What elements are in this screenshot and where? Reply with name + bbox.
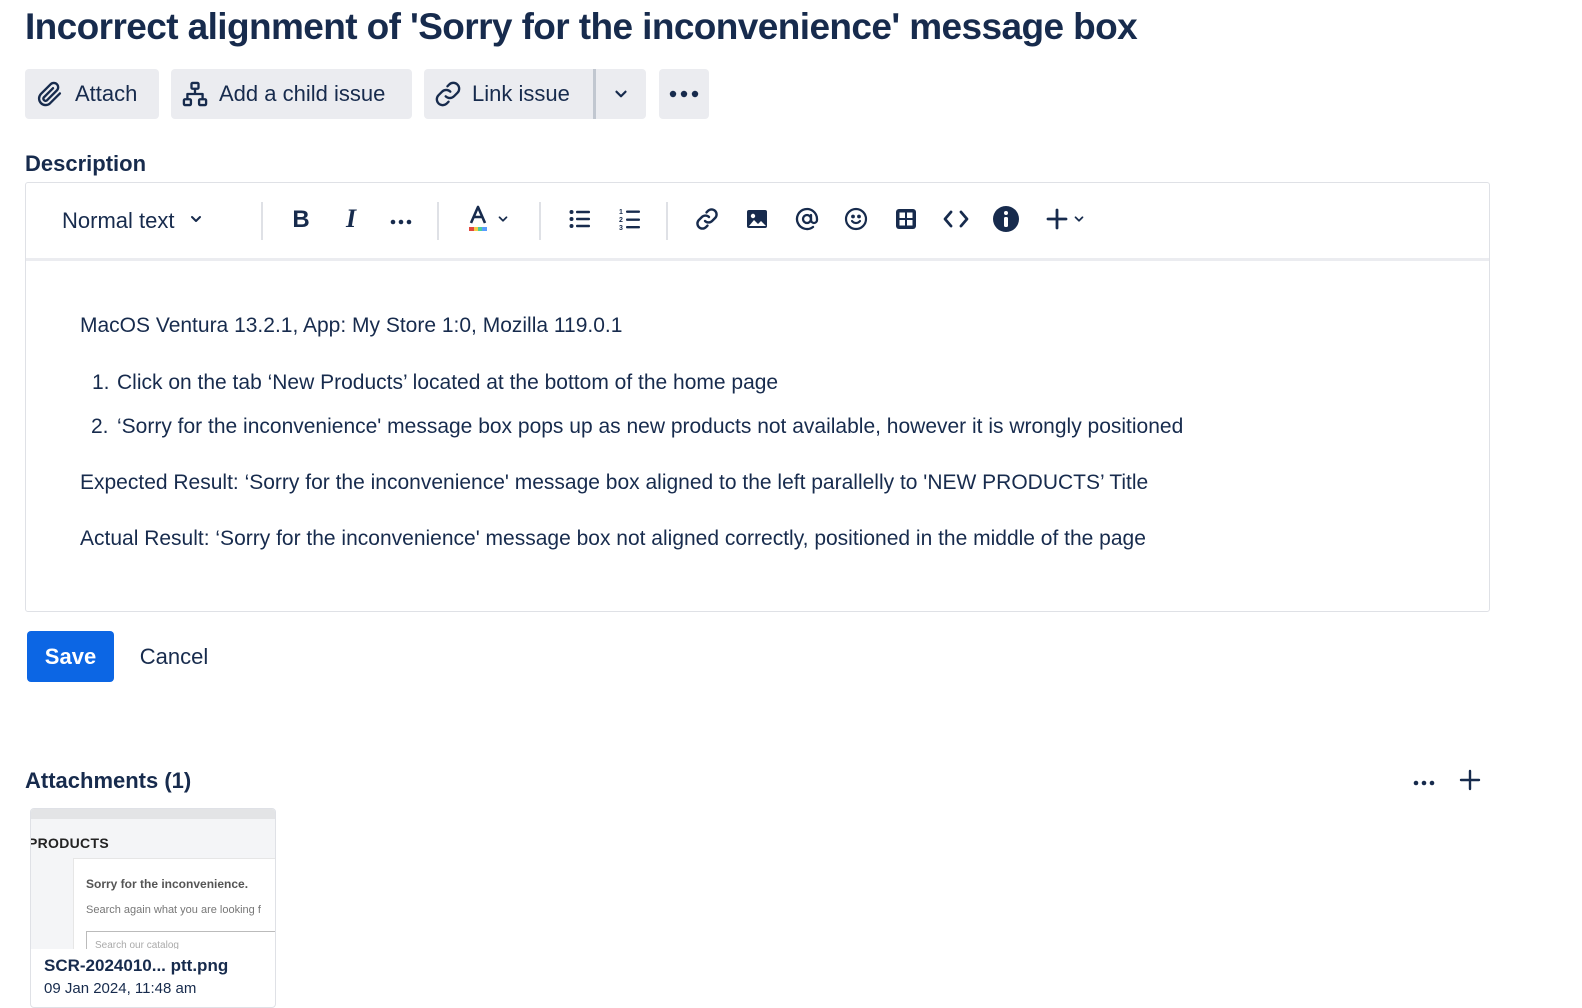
mention-button[interactable]	[789, 183, 825, 259]
chevron-down-icon	[496, 212, 510, 231]
child-issue-icon	[171, 80, 219, 108]
insert-table-button[interactable]	[888, 183, 924, 259]
more-actions-button[interactable]	[659, 69, 709, 119]
actual-result-paragraph: Actual Result: ‘Sorry for the inconvenie…	[80, 527, 1146, 550]
insert-link-button[interactable]	[689, 183, 725, 259]
bullet-list-icon	[569, 209, 591, 234]
insert-more-button[interactable]	[1041, 183, 1091, 259]
plus-icon	[1046, 208, 1068, 235]
info-panel-button[interactable]	[988, 183, 1024, 259]
svg-text:B: B	[292, 207, 309, 231]
svg-text:2: 2	[619, 217, 623, 224]
attachment-filename: SCR-2024010... ptt.png	[44, 956, 229, 975]
attach-button[interactable]: Attach	[25, 69, 159, 119]
insert-image-button[interactable]	[739, 183, 775, 259]
numbered-list-button[interactable]: 1 2 3	[612, 183, 648, 259]
add-attachment-button[interactable]	[1454, 766, 1486, 798]
toolbar-separator	[437, 202, 439, 240]
step-number: 2.	[91, 415, 109, 438]
add-child-issue-label: Add a child issue	[219, 81, 386, 106]
attachments-more-button[interactable]	[1406, 766, 1442, 798]
add-child-issue-button[interactable]: Add a child issue	[171, 69, 412, 119]
issue-title[interactable]: Incorrect alignment of 'Sorry for the in…	[25, 6, 1138, 48]
thumbnail-message-box: Sorry for the inconvenience. Search agai…	[73, 858, 275, 949]
more-icon	[390, 212, 412, 230]
svg-text:1: 1	[619, 209, 623, 216]
step-number: 1.	[92, 371, 110, 394]
text-color-button[interactable]	[462, 183, 514, 259]
emoji-icon	[844, 207, 868, 236]
italic-icon: I	[340, 204, 362, 236]
info-icon	[992, 205, 1020, 238]
toolbar-separator	[261, 202, 263, 240]
step-text: Click on the tab ‘New Products’ located …	[117, 371, 779, 394]
plus-icon	[1459, 769, 1481, 796]
text-style-dropdown[interactable]: Normal text	[62, 183, 232, 259]
bold-button[interactable]: B	[283, 183, 319, 259]
image-icon	[746, 209, 768, 234]
emoji-button[interactable]	[838, 183, 874, 259]
thumbnail-message: Sorry for the inconvenience.	[86, 877, 249, 891]
code-icon	[943, 209, 969, 234]
more-icon	[1413, 773, 1435, 791]
italic-button[interactable]: I	[333, 183, 369, 259]
attachment-thumbnail: PRODUCTS Sorry for the inconvenience. Se…	[31, 809, 275, 949]
text-color-icon	[466, 205, 490, 238]
chevron-down-icon	[1072, 212, 1086, 231]
thumbnail-topbar	[31, 809, 275, 819]
save-button[interactable]: Save	[27, 631, 114, 682]
code-block-button[interactable]	[938, 183, 974, 259]
attachment-date: 09 Jan 2024, 11:48 am	[44, 980, 197, 997]
thumbnail-hint: Search again what you are looking f	[86, 904, 261, 916]
paperclip-icon	[25, 80, 75, 108]
link-issue-button[interactable]: Link issue	[424, 69, 593, 119]
thumbnail-heading: PRODUCTS	[31, 835, 109, 851]
link-icon	[424, 80, 472, 108]
link-issue-dropdown-button[interactable]	[596, 69, 646, 119]
toolbar-separator	[666, 202, 668, 240]
step-text: ‘Sorry for the inconvenience' message bo…	[117, 415, 1184, 438]
thumbnail-search-input: Search our catalog	[86, 931, 275, 949]
cancel-button[interactable]: Cancel	[124, 631, 224, 682]
editor-toolbar: Normal text B I 1 2 3	[26, 183, 1489, 261]
expected-result-paragraph: Expected Result: ‘Sorry for the inconven…	[80, 471, 1149, 494]
link-issue-label: Link issue	[472, 81, 570, 106]
text-style-label: Normal text	[62, 208, 175, 233]
environment-paragraph: MacOS Ventura 13.2.1, App: My Store 1:0,…	[80, 314, 623, 337]
mention-icon	[795, 207, 819, 236]
attachments-heading: Attachments (1)	[25, 768, 192, 793]
description-label: Description	[25, 151, 147, 176]
bold-icon: B	[290, 206, 312, 236]
toolbar-separator	[539, 202, 541, 240]
numbered-list-icon: 1 2 3	[619, 208, 641, 235]
chevron-down-icon	[188, 211, 204, 232]
attach-label: Attach	[75, 81, 138, 106]
chevron-down-icon	[612, 85, 630, 103]
table-icon	[895, 208, 917, 235]
attachment-card[interactable]: PRODUCTS Sorry for the inconvenience. Se…	[30, 808, 276, 1008]
link-icon	[695, 207, 719, 236]
svg-text:3: 3	[619, 225, 623, 230]
more-formatting-button[interactable]	[383, 183, 419, 259]
description-editor[interactable]: Normal text B I 1 2 3 MacOS Ventura 13.2…	[25, 182, 1490, 612]
svg-text:I: I	[345, 207, 357, 231]
bullet-list-button[interactable]	[562, 183, 598, 259]
more-icon	[669, 90, 699, 98]
